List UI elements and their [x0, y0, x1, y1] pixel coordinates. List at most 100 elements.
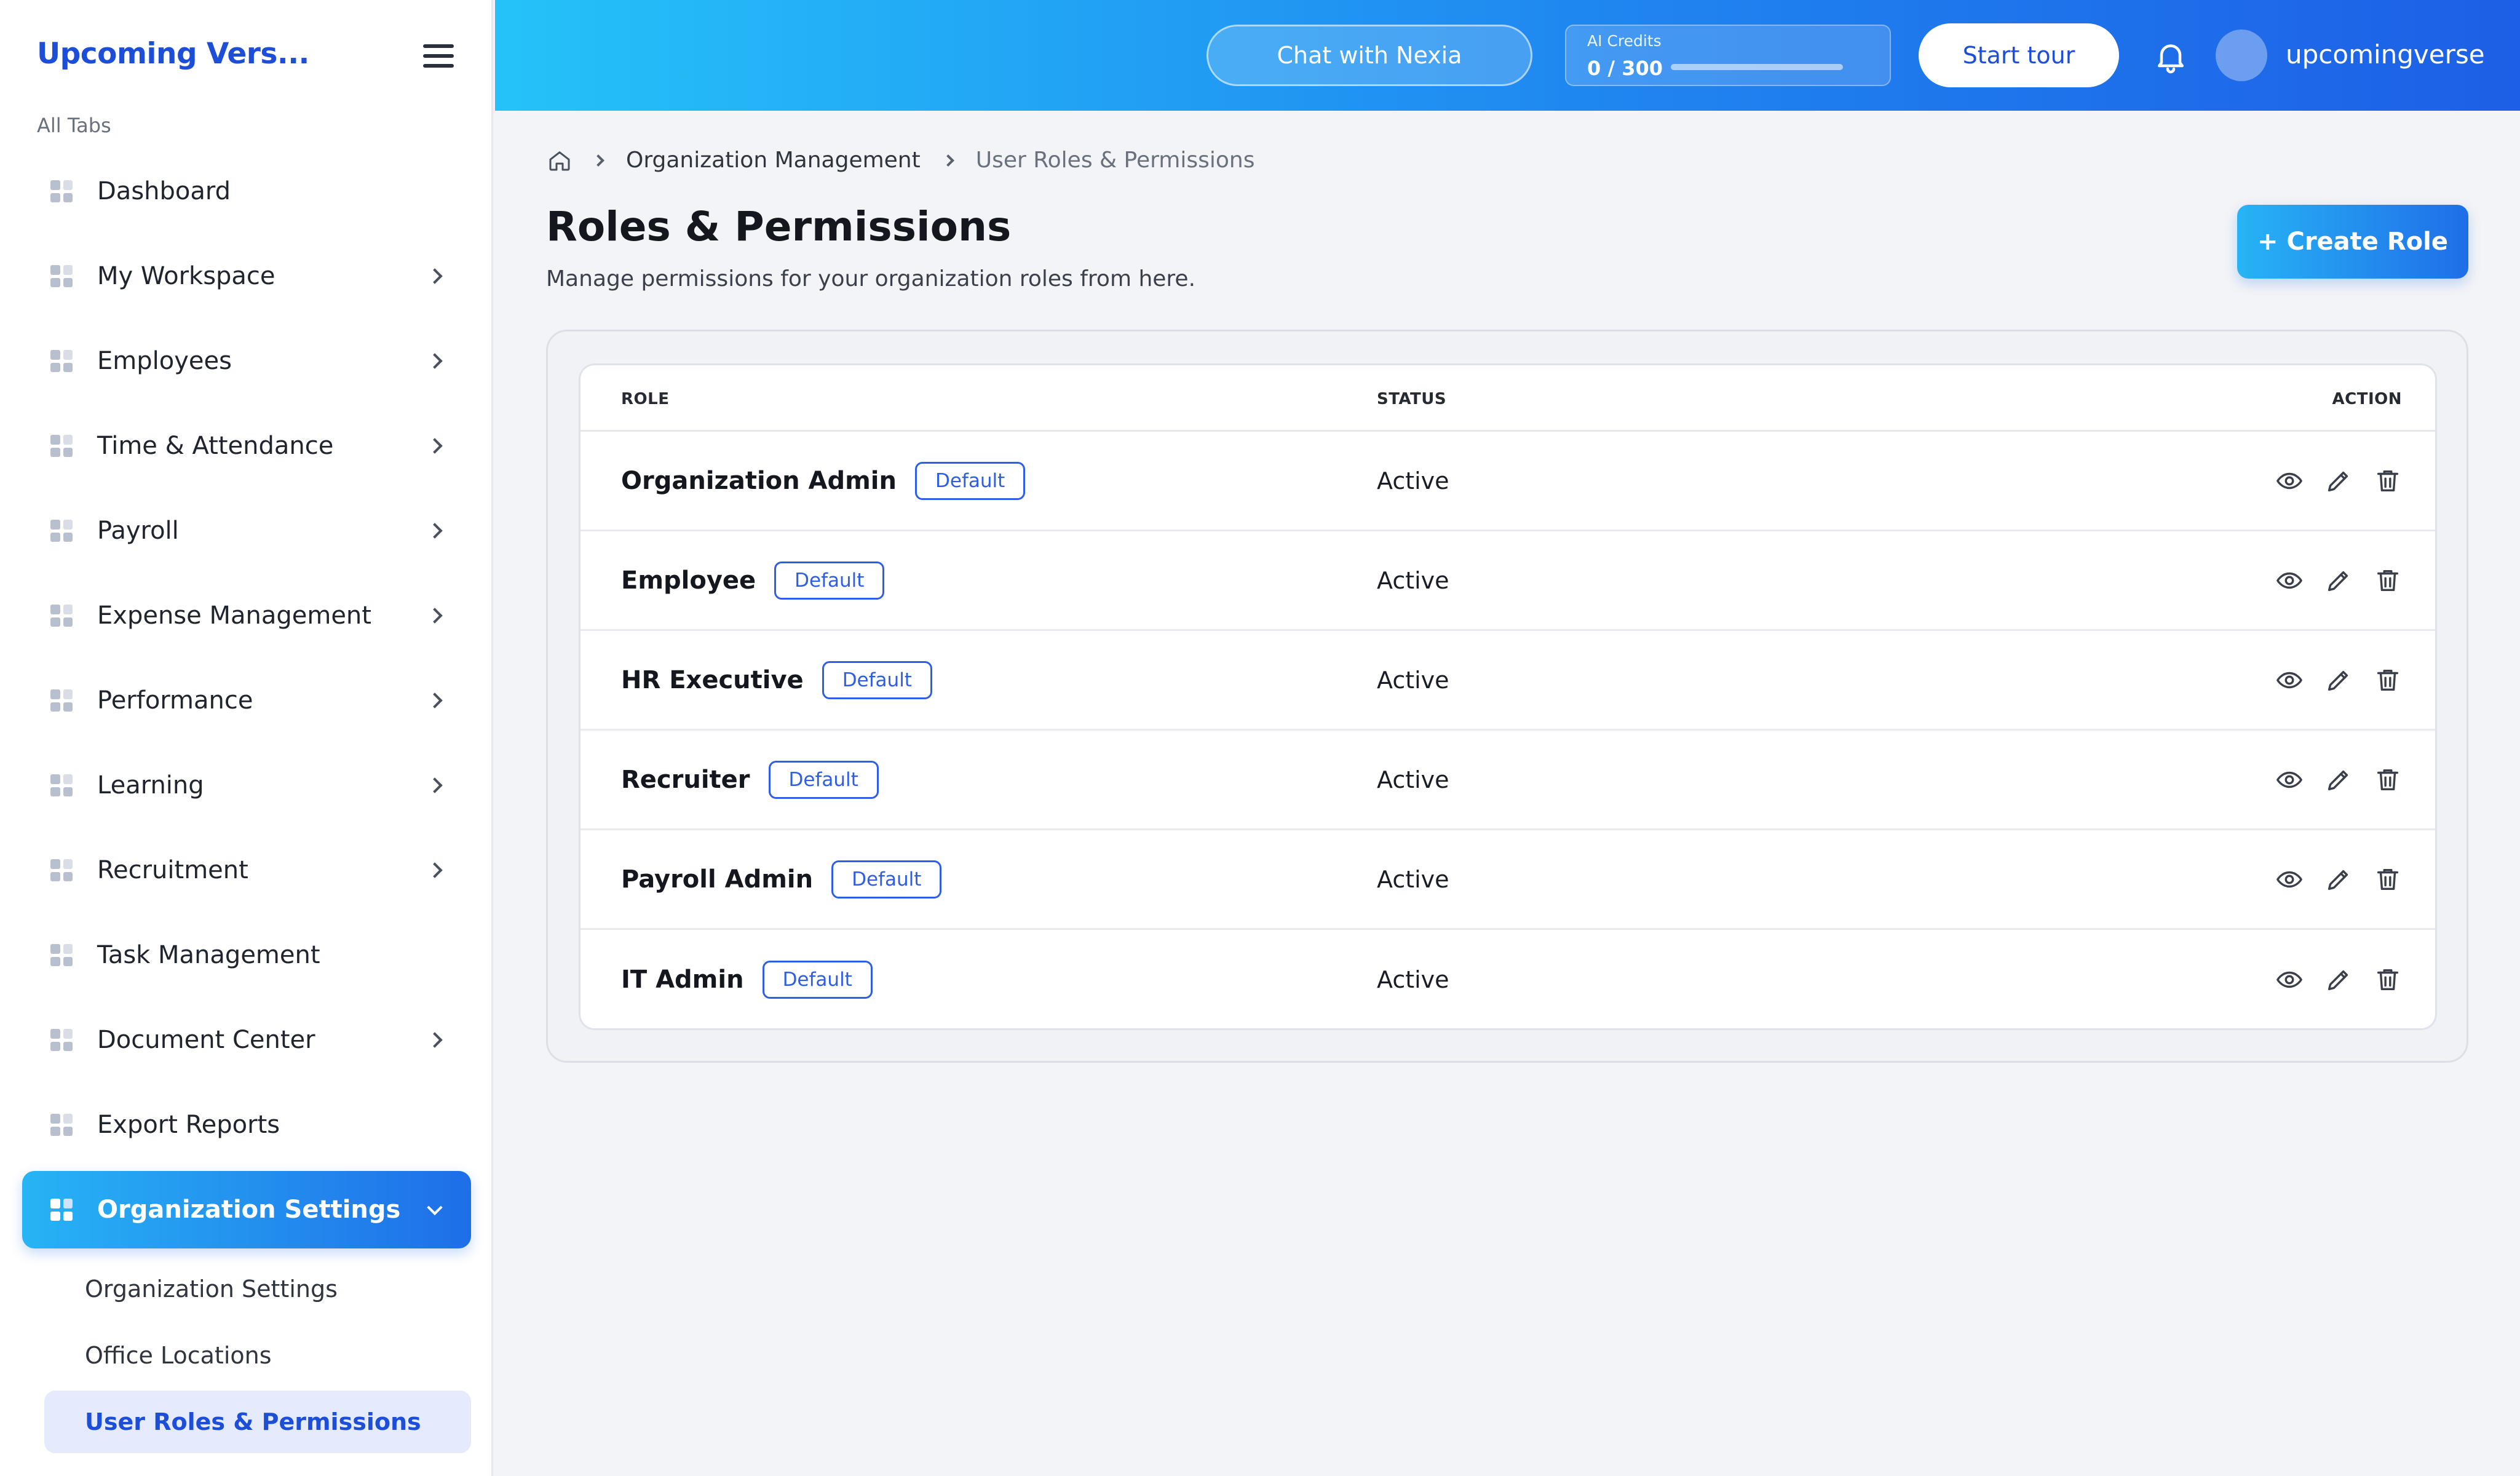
sidebar-item-export-reports[interactable]: Export Reports	[22, 1086, 471, 1164]
home-icon[interactable]	[547, 148, 572, 173]
sidebar-item-label: Document Center	[97, 1026, 315, 1054]
sidebar-item-document-center[interactable]: Document Center	[22, 1001, 471, 1079]
sidebar-item-task-management[interactable]: Task Management	[22, 916, 471, 994]
eye-icon[interactable]	[2275, 766, 2304, 794]
grid-icon	[50, 180, 73, 202]
sidebar-item-dashboard[interactable]: Dashboard	[22, 153, 471, 230]
trash-icon[interactable]	[2374, 566, 2402, 595]
pencil-icon[interactable]	[2324, 467, 2353, 495]
sidebar-item-my-workspace[interactable]: My Workspace	[22, 237, 471, 315]
username[interactable]: upcomingverse	[2286, 39, 2485, 69]
table-header: ROLE STATUS ACTION	[580, 365, 2435, 432]
bell-icon[interactable]	[2152, 38, 2189, 75]
chevron-right-icon	[427, 608, 443, 624]
sidebar-item-label: Recruitment	[97, 856, 248, 884]
eye-icon[interactable]	[2275, 566, 2304, 595]
trash-icon[interactable]	[2374, 865, 2402, 894]
roles-table: ROLE STATUS ACTION Organization Admin De…	[579, 363, 2437, 1030]
grid-icon	[50, 1199, 73, 1221]
hamburger-icon[interactable]	[423, 44, 455, 69]
role-name: Payroll Admin	[621, 865, 814, 894]
chevron-down-icon	[427, 1199, 443, 1216]
grid-icon	[50, 605, 73, 627]
grid-icon	[50, 350, 73, 372]
grid-icon	[50, 265, 73, 287]
sidebar-item-label: Time & Attendance	[97, 432, 334, 460]
table-body: Organization Admin Default Active Employ…	[580, 432, 2435, 1028]
subnav-item-user-roles-permissions[interactable]: User Roles & Permissions	[44, 1391, 471, 1453]
eye-icon[interactable]	[2275, 467, 2304, 495]
grid-icon	[50, 689, 73, 712]
start-tour-button[interactable]: Start tour	[1919, 23, 2119, 87]
trash-icon[interactable]	[2374, 966, 2402, 994]
grid-icon	[50, 1114, 73, 1136]
pencil-icon[interactable]	[2324, 966, 2353, 994]
sidebar-item-label: Payroll	[97, 517, 179, 545]
chevron-right-icon	[941, 154, 954, 167]
grid-icon	[50, 859, 73, 881]
default-badge: Default	[762, 961, 873, 999]
chevron-right-icon	[427, 692, 443, 708]
breadcrumb-organization-management[interactable]: Organization Management	[626, 148, 921, 173]
default-badge: Default	[831, 860, 942, 899]
role-name: Organization Admin	[621, 466, 897, 495]
sidebar-item-learning[interactable]: Learning	[22, 747, 471, 824]
grid-icon	[50, 944, 73, 966]
trash-icon[interactable]	[2374, 467, 2402, 495]
trash-icon[interactable]	[2374, 766, 2402, 794]
sidebar-item-time-attendance[interactable]: Time & Attendance	[22, 407, 471, 485]
create-role-button[interactable]: + Create Role	[2237, 205, 2468, 279]
sidebar-item-label: My Workspace	[97, 262, 275, 290]
trash-icon[interactable]	[2374, 666, 2402, 694]
sidebar-item-organization-settings[interactable]: Organization Settings	[22, 1171, 471, 1248]
grid-icon	[50, 774, 73, 796]
sidebar-item-employees[interactable]: Employees	[22, 322, 471, 400]
sidebar-item-expense-management[interactable]: Expense Management	[22, 577, 471, 654]
roles-card: ROLE STATUS ACTION Organization Admin De…	[546, 330, 2468, 1063]
default-badge: Default	[822, 661, 932, 699]
pencil-icon[interactable]	[2324, 865, 2353, 894]
eye-icon[interactable]	[2275, 865, 2304, 894]
sidebar-item-label: Task Management	[97, 941, 320, 969]
column-header-status: STATUS	[1377, 390, 1447, 408]
sidebar-item-label: Dashboard	[97, 177, 231, 205]
table-row: Recruiter Default Active	[580, 731, 2435, 830]
pencil-icon[interactable]	[2324, 566, 2353, 595]
default-badge: Default	[915, 461, 1026, 500]
status-text: Active	[1377, 966, 1449, 993]
eye-icon[interactable]	[2275, 666, 2304, 694]
table-row: IT Admin Default Active	[580, 930, 2435, 1028]
table-row: HR Executive Default Active	[580, 631, 2435, 731]
row-actions	[2254, 566, 2402, 595]
sidebar-item-recruitment[interactable]: Recruitment	[22, 831, 471, 909]
role-name: HR Executive	[621, 665, 804, 694]
eye-icon[interactable]	[2275, 966, 2304, 994]
sidebar-item-label: Learning	[97, 771, 204, 800]
role-name: Employee	[621, 566, 756, 595]
sidebar-item-label: Export Reports	[97, 1111, 280, 1139]
subnav-item-organization-settings[interactable]: Organization Settings	[44, 1258, 471, 1320]
pencil-icon[interactable]	[2324, 766, 2353, 794]
chat-with-nexia-button[interactable]: Chat with Nexia	[1207, 25, 1532, 86]
avatar[interactable]	[2216, 30, 2267, 81]
row-actions	[2254, 467, 2402, 495]
subnav-item-office-locations[interactable]: Office Locations	[44, 1324, 471, 1387]
page-subtitle: Manage permissions for your organization…	[546, 266, 1196, 292]
sidebar-item-label: Expense Management	[97, 601, 371, 630]
table-row: Employee Default Active	[580, 531, 2435, 631]
sidebar-item-payroll[interactable]: Payroll	[22, 492, 471, 569]
role-name: Recruiter	[621, 765, 750, 794]
default-badge: Default	[768, 760, 879, 799]
table-row: Organization Admin Default Active	[580, 432, 2435, 531]
column-header-role: ROLE	[621, 390, 670, 408]
row-actions	[2254, 766, 2402, 794]
brand-name[interactable]: Upcoming Vers...	[37, 37, 309, 71]
sidebar-item-performance[interactable]: Performance	[22, 662, 471, 739]
chevron-right-icon	[427, 1032, 443, 1048]
ai-credits-label: AI Credits	[1587, 32, 1662, 50]
sidebar-item-label: Performance	[97, 686, 253, 715]
ai-credits-widget[interactable]: AI Credits 0 / 300	[1565, 25, 1891, 86]
page-title: Roles & Permissions	[546, 203, 1012, 250]
pencil-icon[interactable]	[2324, 666, 2353, 694]
grid-icon	[50, 1029, 73, 1051]
